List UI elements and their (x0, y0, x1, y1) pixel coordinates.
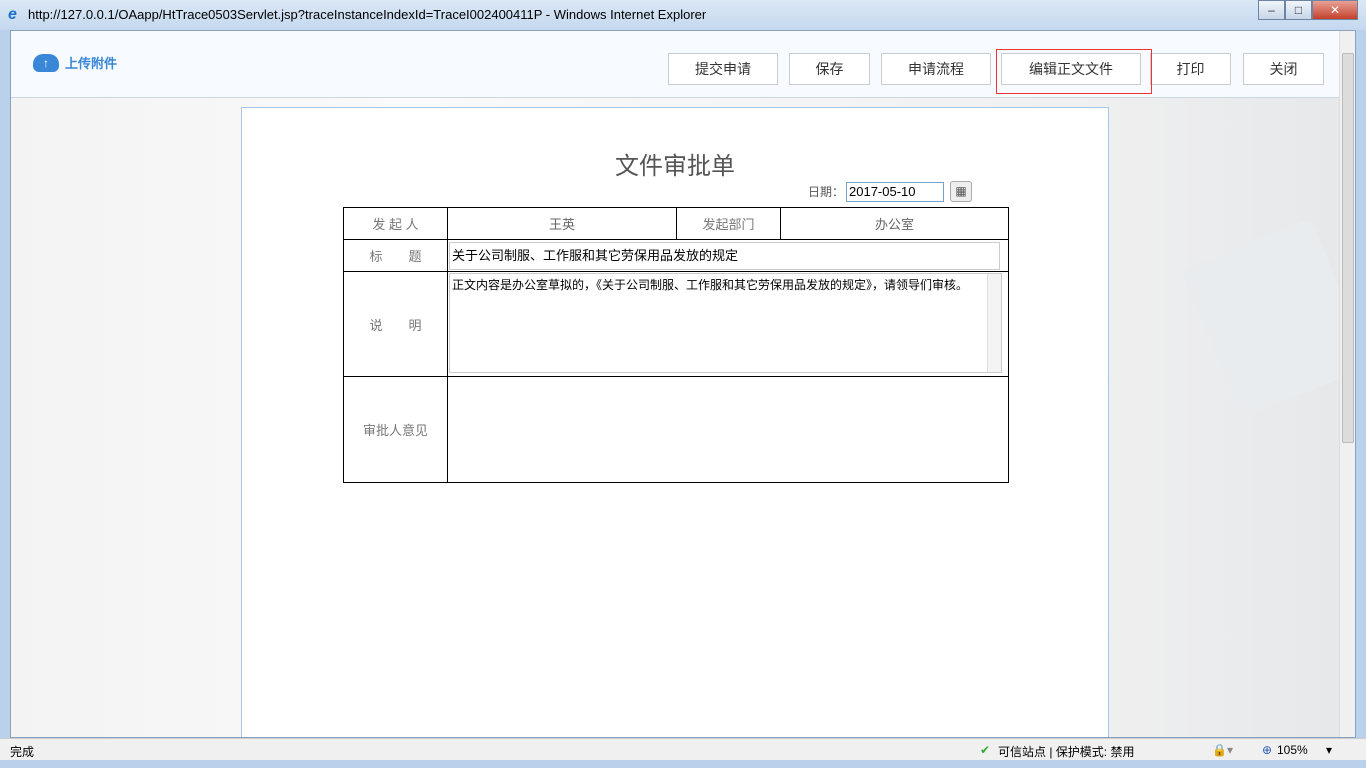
form-table: 发 起 人 王英 发起部门 办公室 标 题 关于公司制服、工作服和其它劳保用品发… (343, 207, 1009, 483)
approval-form: 文件审批单 日期： ▦ 发 起 人 王英 发起部门 办公室 标 题 关于公司制服… (241, 107, 1109, 738)
highlight-box (996, 49, 1152, 94)
upload-attachment-button[interactable]: ↑ 上传附件 (33, 53, 117, 72)
date-label: 日期： (808, 183, 844, 200)
toolbar: ↑ 上传附件 提交申请 保存 申请流程 编辑正文文件 打印 关闭 (11, 31, 1341, 98)
desc-text: 正文内容是办公室草拟的，《关于公司制服、工作服和其它劳保用品发放的规定》，请领导… (452, 278, 968, 292)
dept-value: 办公室 (781, 208, 1009, 240)
close-button[interactable]: 关闭 (1243, 53, 1324, 85)
ie-icon: e (8, 6, 17, 24)
calculator-image (1181, 218, 1356, 419)
window-frame (0, 760, 1366, 768)
desc-label: 说 明 (344, 272, 448, 377)
browser-content: ↑ 上传附件 提交申请 保存 申请流程 编辑正文文件 打印 关闭 文件审批单 日… (10, 30, 1356, 738)
date-input[interactable] (846, 182, 944, 202)
initiator-value: 王英 (448, 208, 677, 240)
initiator-label: 发 起 人 (344, 208, 448, 240)
zoom-dropdown-icon[interactable]: ▾ (1326, 743, 1332, 757)
save-button[interactable]: 保存 (789, 53, 870, 85)
textarea-scrollbar[interactable] (987, 274, 1001, 372)
zoom-level[interactable]: 105% (1277, 743, 1308, 757)
desc-textarea[interactable]: 正文内容是办公室草拟的，《关于公司制服、工作服和其它劳保用品发放的规定》，请领导… (449, 273, 1002, 373)
subject-input[interactable]: 关于公司制服、工作服和其它劳保用品发放的规定 (449, 242, 1000, 270)
security-zone: 可信站点 | 保护模式: 禁用 (998, 743, 1134, 760)
form-title: 文件审批单 (242, 146, 1108, 181)
window-title: http://127.0.0.1/OAapp/HtTrace0503Servle… (28, 7, 706, 22)
print-button[interactable]: 打印 (1150, 53, 1231, 85)
subject-label: 标 题 (344, 240, 448, 272)
check-icon: ✔ (980, 743, 990, 757)
submit-button[interactable]: 提交申请 (668, 53, 778, 85)
calendar-icon[interactable]: ▦ (950, 181, 972, 202)
zoom-icon: ⊕ (1262, 743, 1272, 757)
maximize-button[interactable]: □ (1285, 0, 1312, 20)
cloud-upload-icon: ↑ (33, 54, 59, 72)
status-bar: 完成 ✔ 可信站点 | 保护模式: 禁用 🔒▾ ⊕ 105% ▾ (0, 738, 1366, 760)
status-text: 完成 (10, 743, 34, 760)
workflow-button[interactable]: 申请流程 (881, 53, 991, 85)
opinion-label: 审批人意见 (344, 377, 448, 483)
date-row: 日期： ▦ (808, 181, 972, 202)
security-icon[interactable]: 🔒▾ (1212, 743, 1233, 757)
opinion-field[interactable] (448, 377, 1009, 483)
title-bar: e http://127.0.0.1/OAapp/HtTrace0503Serv… (0, 0, 1366, 30)
upload-label: 上传附件 (65, 53, 117, 72)
close-window-button[interactable]: ✕ (1312, 0, 1358, 20)
dept-label: 发起部门 (677, 208, 781, 240)
minimize-button[interactable]: – (1258, 0, 1285, 20)
scrollbar-thumb[interactable] (1342, 53, 1354, 443)
vertical-scrollbar[interactable] (1339, 31, 1355, 738)
